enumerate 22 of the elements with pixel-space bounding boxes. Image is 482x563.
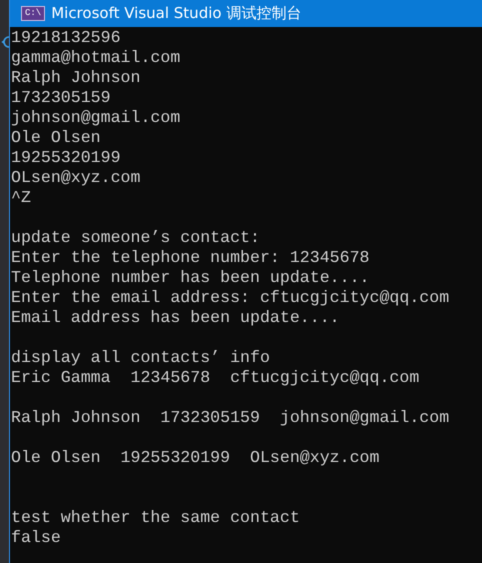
window-title: Microsoft Visual Studio 调试控制台 [51,4,302,23]
console-line: johnson@gmail.com [11,108,182,128]
console-line: Enter the email address: cftucgjcityc@qq.com [11,288,450,308]
console-line: Ole Olsen 19255320199 OLsen@xyz.com [11,448,380,468]
console-line: ^Z [11,188,32,208]
console-line: test whether the same contact [11,508,301,528]
console-app-icon: C:\ [21,6,46,21]
console-line: Ole Olsen [11,128,102,148]
console-line: 19218132596 [11,28,122,48]
console-line: 19255320199 [11,148,122,168]
console-line: Ralph Johnson 1732305159 johnson@gmail.com [11,408,450,428]
console-line: 1732305159 [11,88,112,108]
console-line: Eric Gamma 12345678 cftucgjcityc@qq.com [11,368,420,388]
console-line: Enter the telephone number: 12345678 [11,248,370,268]
console-line: gamma@hotmail.com [11,48,182,68]
console-line: Telephone number has been update.... [11,268,370,288]
console-line: display all contacts’ info [11,348,271,368]
console-line: update someone’s contact: [11,228,261,248]
console-line: Ralph Johnson [11,68,142,88]
console-line: false [11,528,62,548]
console-line: OLsen@xyz.com [11,168,142,188]
console-line: Email address has been update.... [11,308,341,328]
